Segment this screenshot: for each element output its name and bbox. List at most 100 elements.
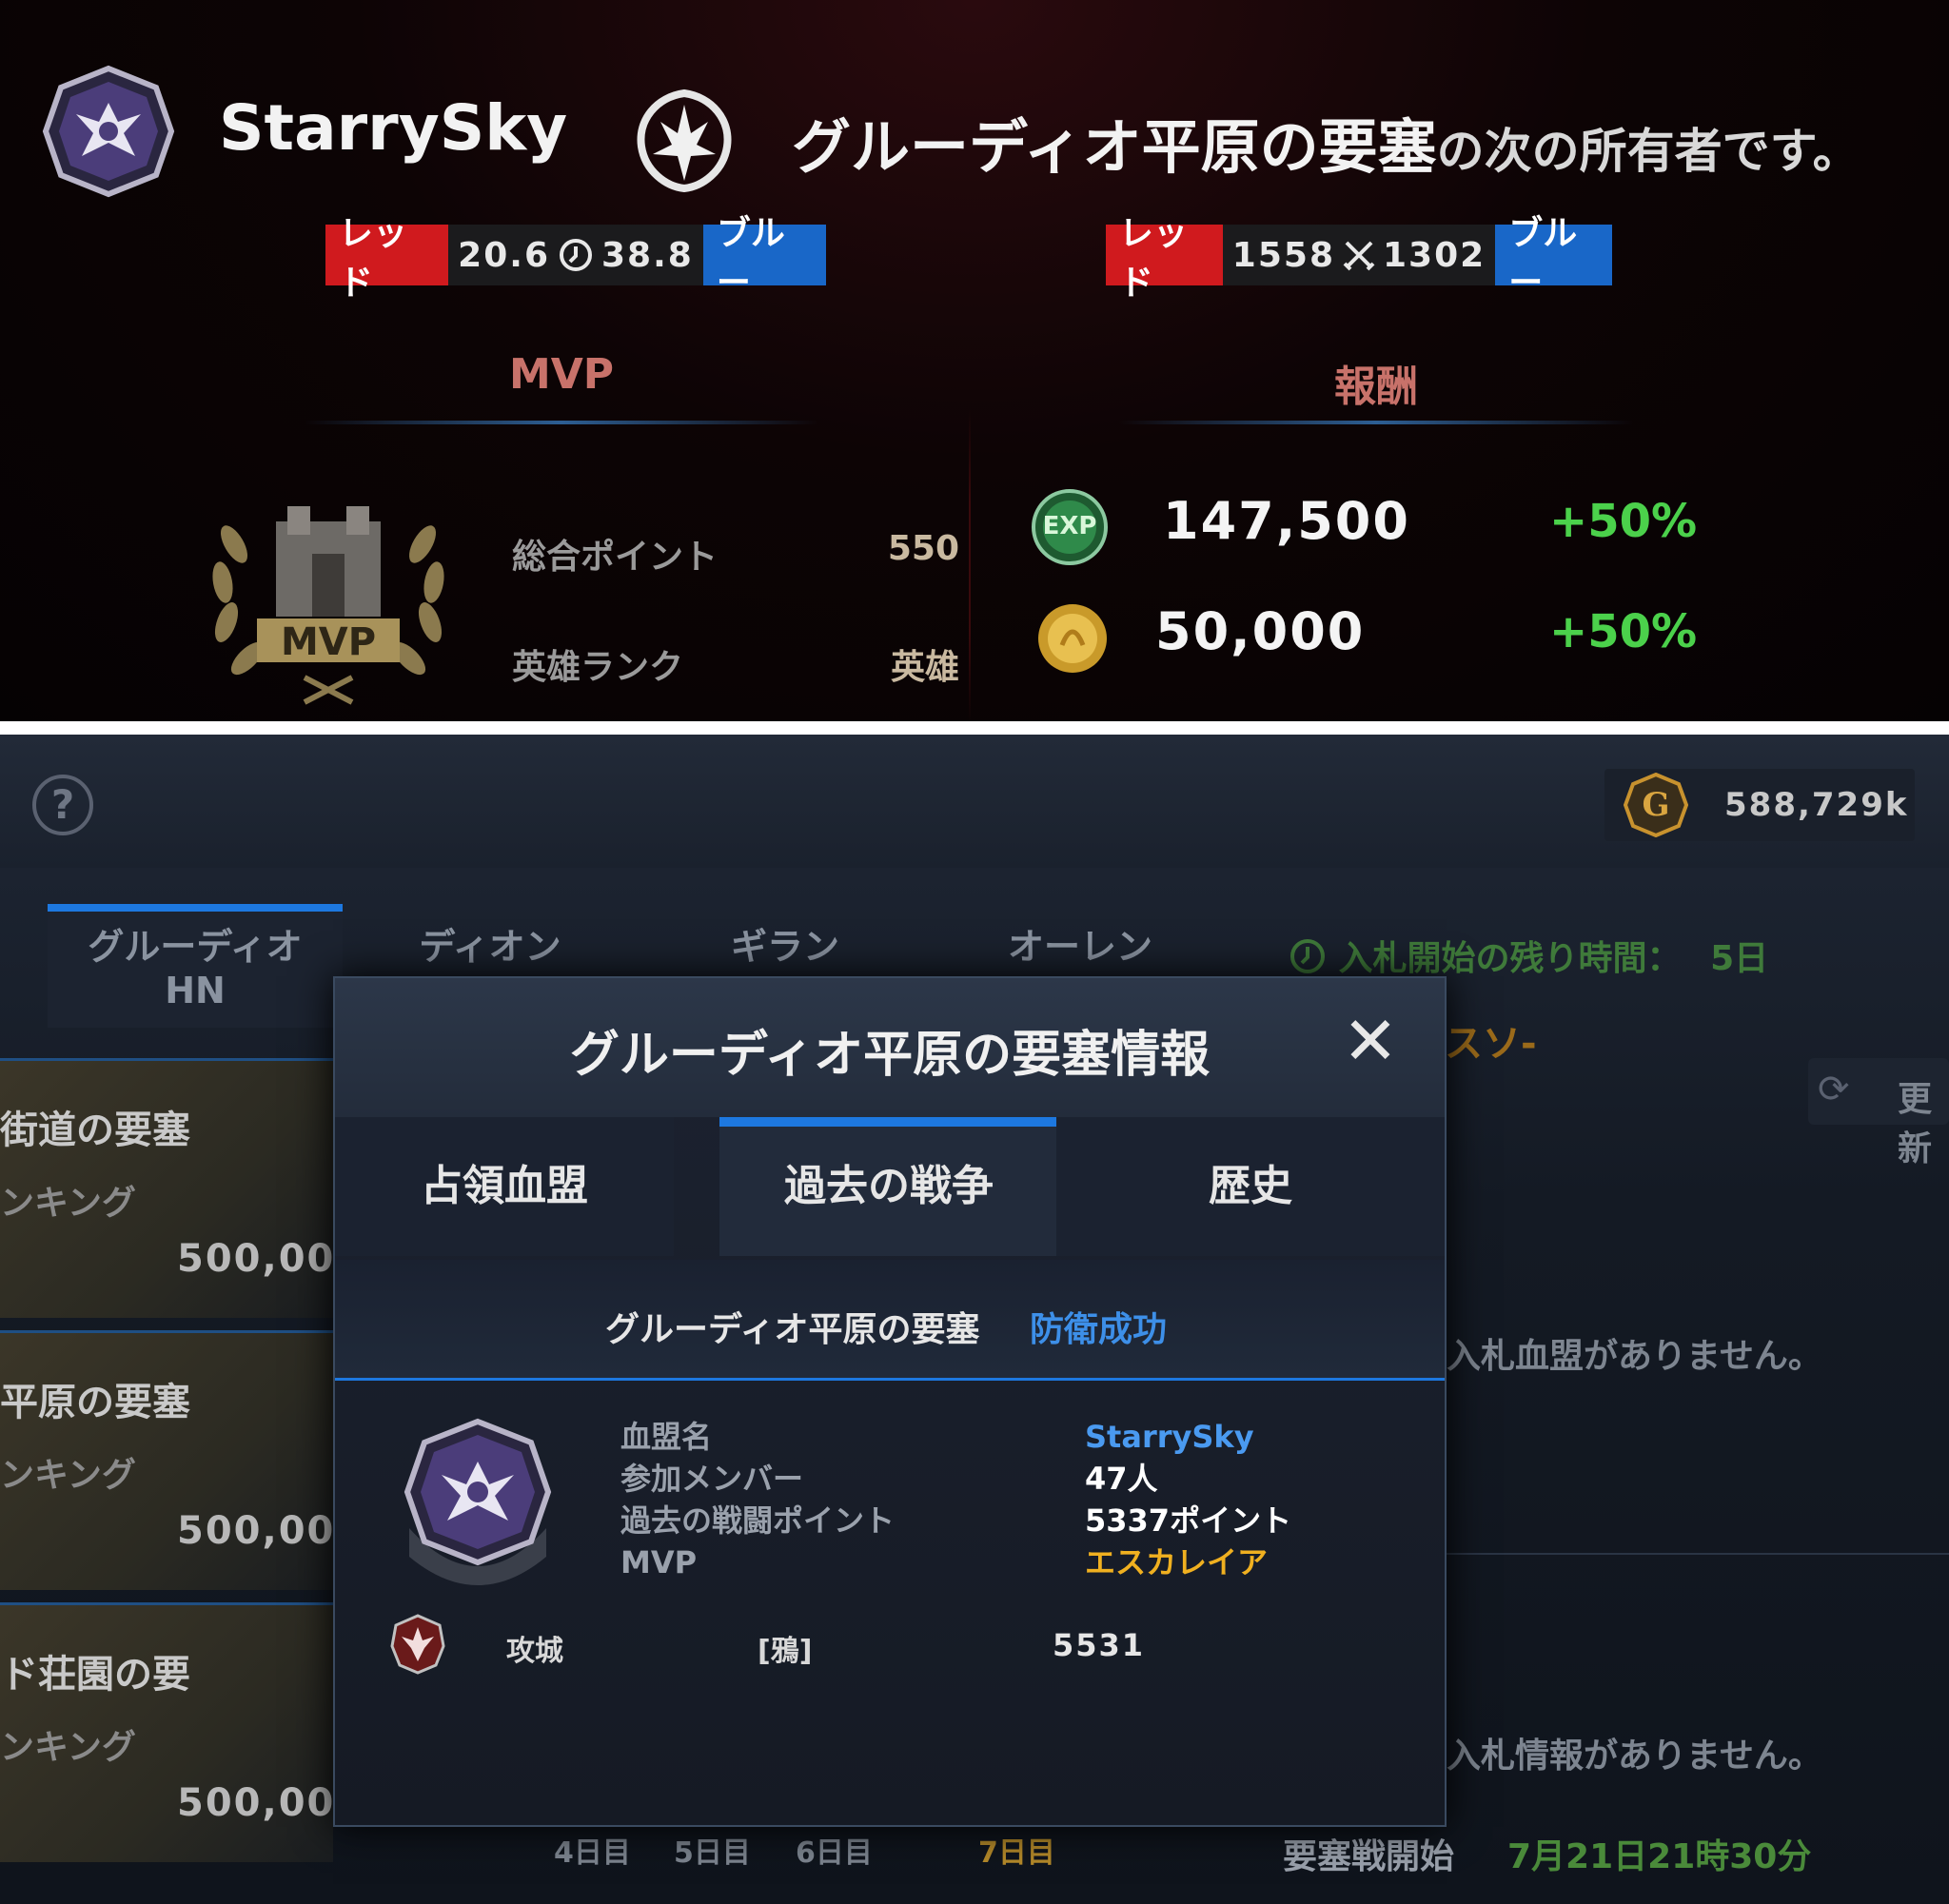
close-button[interactable]: ✕ xyxy=(1342,1008,1399,1074)
tab-past-wars[interactable]: 過去の戦争 xyxy=(719,1117,1058,1256)
attacker-points: 5531 xyxy=(1053,1627,1146,1663)
tab-history[interactable]: 歴史 xyxy=(1056,1117,1445,1256)
panel-divider xyxy=(1427,1553,1949,1555)
tab-past-wars-label: 過去の戦争 xyxy=(784,1162,994,1210)
fortress-list-item[interactable]: 平原の要塞 ンキング 500,00 xyxy=(0,1330,333,1590)
day-6-label: 6日目 xyxy=(796,1836,873,1870)
clock-icon xyxy=(1290,939,1325,973)
g-coin-letter: G xyxy=(1642,786,1670,824)
red-kill-value: 1558 xyxy=(1231,235,1335,275)
tab-occupying-clan-label: 占領血盟 xyxy=(421,1162,588,1210)
battle-points-label: 過去の戦闘ポイント xyxy=(620,1502,896,1539)
blue-team-label: ブルー xyxy=(702,214,826,303)
tab-gludio[interactable]: グルーディオ HN xyxy=(48,904,343,1028)
tab-history-label: 歴史 xyxy=(1209,1162,1292,1210)
fortress-item-rank: ンキング xyxy=(0,1728,136,1767)
fortress-info-modal: グルーディオ平原の要塞情報 ✕ 占領血盟 過去の戦争 歴史 グルーディオ平原の要… xyxy=(333,976,1447,1827)
day-4-label: 4日目 xyxy=(554,1836,631,1870)
fortress-item-name: 街道の要塞 xyxy=(0,1109,190,1152)
owner-announcement: グルーディオ平原の要塞の次の所有者です。 xyxy=(792,99,1860,185)
currency-amount: 588,729k xyxy=(1724,786,1909,824)
red-team-label: レッド xyxy=(1106,214,1223,303)
mvp-heading: MVP xyxy=(508,350,615,399)
blue-time-value: 38.8 xyxy=(601,235,694,275)
attacker-clan: [鴉] xyxy=(758,1635,813,1668)
bid-timer-value: 5日 xyxy=(1710,939,1769,978)
tab-gludio-sub: HN xyxy=(165,970,226,1011)
clan-emblem-icon xyxy=(42,65,175,198)
reward-heading-underline xyxy=(1119,421,1633,424)
kill-values: 1558 1302 xyxy=(1223,225,1495,285)
g-coin-icon: G xyxy=(1623,772,1689,838)
clan-emblem-icon xyxy=(400,1414,556,1604)
gold-coin-icon xyxy=(1034,599,1112,677)
help-icon: ? xyxy=(50,781,75,828)
fortress-name: グルーディオ平原の要塞 xyxy=(792,112,1437,182)
clock-icon xyxy=(560,239,592,271)
tab-active-bar xyxy=(719,1117,1058,1127)
clan-name-label: 血盟名 xyxy=(620,1419,713,1455)
day-7-label: 7日目 xyxy=(978,1836,1055,1870)
mvp-laurel-badge: MVP xyxy=(200,487,457,706)
siege-start-value: 7月21日21時30分 xyxy=(1507,1837,1812,1876)
tab-occupying-clan[interactable]: 占領血盟 xyxy=(335,1117,674,1256)
siege-result-panel: StarrySky グルーディオ平原の要塞の次の所有者です。 レッド 20.6 … xyxy=(0,0,1949,721)
close-icon: ✕ xyxy=(1342,1002,1399,1080)
blue-kill-value: 1302 xyxy=(1383,235,1486,275)
fortress-item-points: 500,00 xyxy=(177,1781,336,1825)
bid-timer: 入札開始の残り時間： 5日 xyxy=(1289,931,1768,980)
divider xyxy=(969,409,971,721)
mvp-value: エスカレイア xyxy=(1085,1544,1269,1580)
day-5-label: 5日目 xyxy=(674,1836,751,1870)
members-value: 47人 xyxy=(1085,1461,1158,1497)
tab-active-bar xyxy=(48,904,343,912)
time-comparison: レッド 20.6 38.8 ブルー xyxy=(325,214,826,303)
total-points-label: 総合ポイント xyxy=(512,538,719,577)
no-bid-info-note: 入札情報がありません。 xyxy=(1447,1737,1822,1776)
tab-giran-label: ギラン xyxy=(730,926,839,968)
siege-start-label: 要塞戦開始 xyxy=(1283,1837,1455,1876)
blue-team-label: ブルー xyxy=(1495,214,1612,303)
fortress-crest-icon xyxy=(628,88,740,193)
red-time-value: 20.6 xyxy=(458,235,550,275)
gold-reward-value: 50,000 xyxy=(1155,601,1366,661)
refresh-label: 更新 xyxy=(1898,1080,1933,1168)
kill-comparison: レッド 1558 1302 ブルー xyxy=(1106,214,1612,303)
owner-suffix: の次の所有者です。 xyxy=(1436,124,1860,179)
hero-rank-label: 英雄ランク xyxy=(512,648,684,687)
exp-icon-text: EXP xyxy=(1042,512,1097,540)
reward-heading: 報酬 xyxy=(1334,363,1418,411)
attacker-emblem-icon xyxy=(390,1614,445,1675)
fortress-item-name: 平原の要塞 xyxy=(0,1381,190,1424)
fortress-item-points: 500,00 xyxy=(177,1509,336,1553)
tab-oren-label: オーレン xyxy=(1007,926,1152,968)
fortress-item-rank: ンキング xyxy=(0,1184,136,1223)
tab-dion-label: ディオン xyxy=(419,926,561,968)
fortress-item-name: ド荘園の要 xyxy=(0,1653,190,1697)
war-result-fortress: グルーディオ平原の要塞 xyxy=(605,1310,980,1349)
fortress-list-item[interactable]: 街道の要塞 ンキング 500,00 xyxy=(0,1058,333,1318)
members-label: 参加メンバー xyxy=(620,1461,804,1497)
crossed-swords-icon xyxy=(1343,241,1375,271)
exp-icon: EXP xyxy=(1030,487,1110,567)
mvp-label: MVP xyxy=(620,1544,698,1580)
side-clan-name: スソ- xyxy=(1445,1022,1537,1066)
clan-name: StarrySky xyxy=(219,91,568,165)
tab-gludio-label: グルーディオ xyxy=(88,926,303,968)
bid-timer-label: 入札開始の残り時間： xyxy=(1338,939,1682,978)
fortress-item-rank: ンキング xyxy=(0,1456,136,1495)
mvp-badge-text: MVP xyxy=(280,620,377,664)
help-button[interactable]: ? xyxy=(32,775,93,835)
gold-bonus: +50% xyxy=(1549,605,1698,658)
attacker-role: 攻城 xyxy=(506,1635,563,1668)
battle-points-value: 5337ポイント xyxy=(1085,1502,1292,1539)
fortress-list-item[interactable]: ド荘園の要 ンキング 500,00 xyxy=(0,1602,333,1862)
siege-screen: ? G 588,729k グルーディオ HN ディオン ギラン オーレン 入札開… xyxy=(0,735,1949,1904)
refresh-button[interactable]: ⟳ 更新 xyxy=(1808,1058,1949,1168)
total-points-value: 550 xyxy=(887,529,959,568)
exp-reward-value: 147,500 xyxy=(1163,491,1410,551)
clan-name-value[interactable]: StarrySky xyxy=(1085,1416,1254,1458)
hero-rank-value: 英雄 xyxy=(890,648,959,687)
red-team-label: レッド xyxy=(325,214,449,303)
time-values: 20.6 38.8 xyxy=(448,225,703,285)
